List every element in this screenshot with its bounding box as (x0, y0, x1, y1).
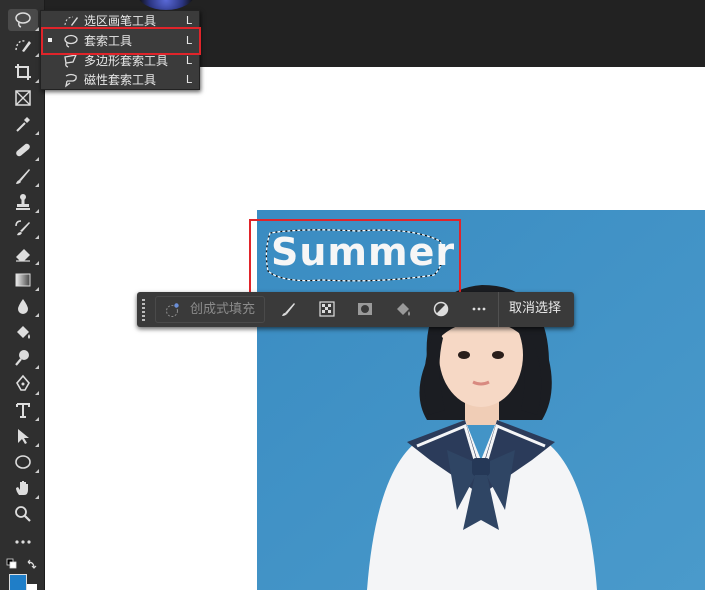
ellipse-tool[interactable] (8, 451, 39, 473)
paint-bucket-icon (397, 303, 410, 316)
half-circle-adjust-icon (433, 301, 449, 317)
crop-icon (15, 64, 31, 80)
contextual-task-bar: 创成式填充 取消选择 (137, 292, 574, 327)
object-select-tool[interactable] (8, 35, 39, 57)
paint-bucket-tool[interactable] (8, 321, 38, 343)
modify-selection-button[interactable] (280, 300, 300, 320)
ellipse-icon (15, 455, 31, 469)
lasso-icon (15, 12, 31, 28)
path-select-icon (18, 429, 29, 444)
eraser-icon (16, 249, 30, 262)
more-options-button[interactable] (470, 300, 490, 320)
generative-fill-button[interactable]: 创成式填充 (155, 296, 265, 323)
burn-icon (17, 326, 30, 339)
flyout-item-label: 多边形套索工具 (84, 54, 169, 68)
hand-tool[interactable] (8, 477, 39, 499)
more-tools-icon (15, 540, 31, 544)
taskbar-drag-handle[interactable] (142, 299, 145, 321)
flyout-item-shortcut: L (185, 54, 192, 67)
flyout-item-label: 选区画笔工具 (84, 14, 157, 28)
brush-icon (16, 169, 30, 184)
taskbar-divider (498, 292, 499, 327)
tools-panel (0, 0, 45, 590)
flyout-item-magnetic-lasso[interactable]: 磁性套索工具 L (41, 71, 199, 90)
zoom-tool[interactable] (8, 503, 38, 525)
frame-tool[interactable] (8, 87, 38, 109)
foreground-color-swatch[interactable] (9, 574, 27, 590)
magnetic-lasso-icon (65, 73, 77, 88)
frame-icon (15, 90, 31, 106)
dodge-icon (15, 350, 29, 366)
edit-toolbar-button[interactable] (8, 529, 38, 551)
deselect-button[interactable]: 取消选择 (509, 301, 561, 317)
layer-mask-icon (358, 303, 372, 315)
app-orb-graphic (137, 0, 195, 10)
eraser-tool[interactable] (8, 243, 39, 265)
hand-icon (16, 481, 28, 495)
fill-selection-button[interactable] (394, 300, 414, 320)
more-dots-icon (472, 307, 486, 311)
path-select-tool[interactable] (8, 425, 39, 447)
lasso-tool[interactable] (8, 9, 39, 31)
select-and-mask-button[interactable] (318, 300, 338, 320)
type-icon (16, 403, 30, 418)
clone-stamp-icon (16, 194, 30, 210)
adjustment-layer-button[interactable] (432, 300, 452, 320)
gradient-icon (15, 273, 31, 287)
crop-tool[interactable] (8, 61, 39, 83)
object-select-icon (15, 40, 31, 52)
flyout-item-shortcut: L (185, 73, 192, 86)
generative-fill-icon (166, 303, 179, 317)
eyedropper-icon (16, 117, 30, 132)
history-brush-tool[interactable] (8, 217, 39, 239)
flyout-item-shortcut: L (185, 14, 192, 27)
blur-icon (18, 299, 28, 314)
default-colors-icon[interactable] (6, 558, 40, 572)
create-mask-button[interactable] (356, 300, 376, 320)
gradient-tool[interactable] (8, 269, 39, 291)
pen-icon (16, 374, 30, 391)
history-brush-icon (15, 220, 30, 236)
flyout-item-label: 磁性套索工具 (84, 73, 157, 87)
polygonal-lasso-icon (64, 54, 78, 68)
zoom-icon (15, 506, 31, 522)
highlight-box-lasso-item (41, 27, 201, 55)
eyedropper-tool[interactable] (8, 113, 39, 135)
type-tool[interactable] (8, 399, 39, 421)
brush-tool[interactable] (8, 165, 39, 187)
dodge-tool[interactable] (8, 347, 39, 369)
healing-brush-tool[interactable] (8, 139, 39, 161)
checker-mask-icon (319, 301, 335, 317)
brush-selection-icon (282, 303, 295, 316)
blur-tool[interactable] (8, 295, 39, 317)
highlight-box-selection (249, 219, 461, 295)
generative-fill-label: 创成式填充 (190, 302, 256, 317)
clone-stamp-tool[interactable] (8, 191, 39, 213)
pen-tool[interactable] (8, 373, 39, 395)
healing-brush-icon (16, 143, 30, 157)
